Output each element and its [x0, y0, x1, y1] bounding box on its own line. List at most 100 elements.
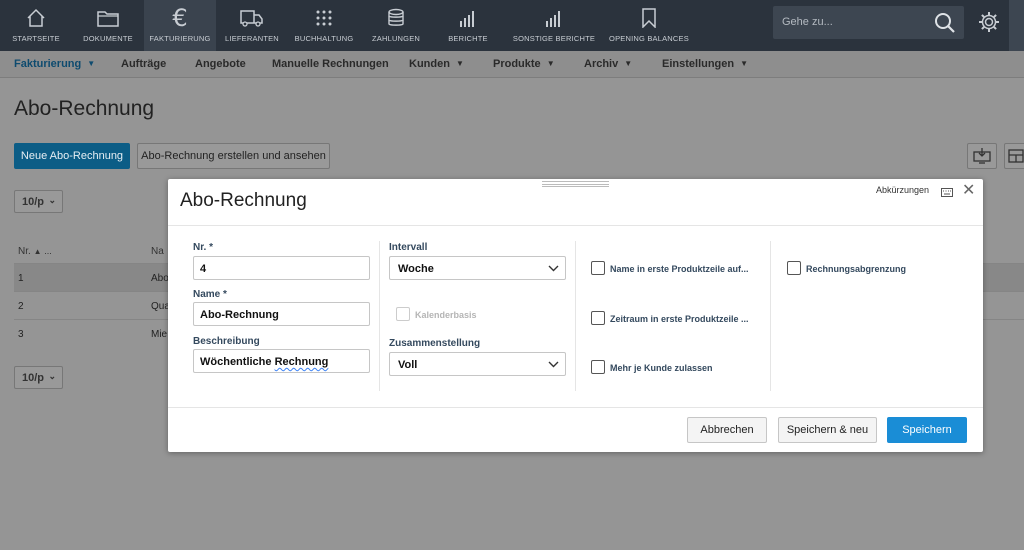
nav-item-label: SONSTIGE BERICHTE	[512, 34, 596, 43]
calendar-basis-checkbox[interactable]	[396, 307, 410, 321]
nav-item-buchhaltung[interactable]: BUCHHALTUNG	[288, 0, 360, 51]
subnav-kunden[interactable]: Kunden ▼	[409, 58, 464, 70]
composition-label: Zusammenstellung	[389, 338, 481, 349]
column-divider	[770, 241, 771, 391]
chevron-down-icon	[548, 265, 559, 272]
invoice-accrual-label: Rechnungsabgrenzung	[806, 264, 907, 274]
subnav-manuelle-rechnungen[interactable]: Manuelle Rechnungen	[272, 58, 389, 70]
nav-item-berichte[interactable]: BERICHTE	[432, 0, 504, 51]
name-label: Name *	[193, 289, 227, 300]
keyboard-icon[interactable]	[941, 186, 953, 200]
chevron-down-icon: ⌄	[48, 195, 56, 205]
help-tab[interactable]	[1009, 0, 1024, 51]
home-icon	[26, 8, 46, 28]
chevron-down-icon	[548, 361, 559, 368]
period-first-line-checkbox[interactable]	[591, 311, 605, 325]
nav-item-label: BUCHHALTUNG	[294, 34, 354, 43]
subnav-label: Produkte	[493, 58, 541, 70]
nav-item-sonstige-berichte[interactable]: SONSTIGE BERICHTE	[504, 0, 604, 51]
save-button[interactable]: Speichern	[887, 417, 967, 443]
composition-value: Voll	[398, 359, 418, 371]
name-field[interactable]: Abo-Rechnung	[193, 302, 370, 326]
period-first-line-label: Zeitraum in erste Produktzeile ...	[610, 314, 749, 324]
nav-item-label: BERICHTE	[448, 34, 488, 43]
new-subscription-button[interactable]: Neue Abo-Rechnung	[14, 143, 130, 169]
euro-icon: €	[172, 4, 188, 32]
calendar-basis-label: Kalenderbasis	[415, 310, 477, 320]
subnav-label: Kunden	[409, 58, 450, 70]
column-menu-icon[interactable]: ...	[44, 246, 52, 256]
caret-down-icon: ▼	[546, 59, 555, 68]
subnav-label: Einstellungen	[662, 58, 735, 70]
nav-item-dokumente[interactable]: DOKUMENTE	[72, 0, 144, 51]
interval-value: Woche	[398, 263, 434, 275]
subnav-label: Manuelle Rechnungen	[272, 58, 389, 70]
cell-name: Mie	[151, 329, 168, 340]
bookmark-icon	[642, 8, 656, 28]
gear-icon[interactable]	[978, 11, 1000, 36]
page-size-select-top[interactable]: 10/p ⌄	[14, 190, 63, 213]
folder-icon	[97, 8, 119, 28]
composition-select[interactable]: Voll	[389, 352, 566, 376]
column-divider	[379, 241, 380, 391]
close-icon[interactable]: ✕	[962, 183, 975, 199]
caret-down-icon: ▼	[624, 59, 633, 68]
nav-item-label: DOKUMENTE	[83, 34, 133, 43]
nav-item-label: OPENING BALANCES	[609, 34, 689, 43]
nav-item-label: ZAHLUNGEN	[371, 34, 421, 43]
nav-item-label: FAKTURIERUNG	[149, 34, 211, 43]
nr-field[interactable]: 4	[193, 256, 370, 280]
nav-item-fakturierung[interactable]: € FAKTURIERUNG	[144, 0, 216, 51]
interval-label: Intervall	[389, 242, 428, 253]
subnav-label: Archiv	[584, 58, 619, 70]
drag-handle[interactable]	[542, 181, 609, 187]
nav-item-label: STARTSEITE	[12, 34, 60, 43]
subnav-label: Fakturierung	[14, 58, 82, 70]
subnav-einstellungen[interactable]: Einstellungen ▼	[662, 58, 748, 70]
grid-dots-icon	[315, 8, 333, 28]
page-title: Abo-Rechnung	[14, 97, 155, 120]
cancel-button[interactable]: Abbrechen	[687, 417, 767, 443]
columns-button[interactable]	[1004, 143, 1024, 169]
page-size-select-bottom[interactable]: 10/p ⌄	[14, 366, 63, 389]
subnav-auftraege[interactable]: Aufträge	[121, 58, 166, 70]
nav-item-opening-balances[interactable]: OPENING BALANCES	[604, 0, 694, 51]
caret-down-icon: ▼	[87, 59, 96, 68]
column-header-nr[interactable]: Nr.	[18, 246, 31, 257]
multiple-per-customer-checkbox[interactable]	[591, 360, 605, 374]
save-and-new-button[interactable]: Speichern & neu	[778, 417, 877, 443]
nav-item-startseite[interactable]: STARTSEITE	[0, 0, 72, 51]
subnav-fakturierung[interactable]: Fakturierung ▼	[14, 58, 95, 70]
shortcuts-link[interactable]: Abkürzungen	[876, 185, 929, 195]
nav-item-label: LIEFERANTEN	[225, 34, 279, 43]
cell-nr: 2	[18, 301, 24, 312]
page-size-value: 10/p	[22, 372, 45, 384]
name-first-line-checkbox[interactable]	[591, 261, 605, 275]
sort-asc-icon: ▲	[33, 247, 42, 256]
description-label: Beschreibung	[193, 336, 260, 347]
coins-icon	[386, 8, 406, 28]
subscription-dialog: Abo-Rechnung Abkürzungen ✕ Nr. * 4 Name …	[168, 179, 983, 452]
nr-label: Nr. *	[193, 242, 214, 253]
dialog-title: Abo-Rechnung	[180, 190, 307, 211]
interval-select[interactable]: Woche	[389, 256, 566, 280]
subnav-produkte[interactable]: Produkte ▼	[493, 58, 555, 70]
nav-item-lieferanten[interactable]: LIEFERANTEN	[216, 0, 288, 51]
subnav-label: Aufträge	[121, 58, 167, 70]
create-and-view-button[interactable]: Abo-Rechnung erstellen und ansehen	[137, 143, 330, 169]
nav-item-zahlungen[interactable]: ZAHLUNGEN	[360, 0, 432, 51]
description-field[interactable]: Wöchentliche Rechnung	[193, 349, 370, 373]
invoice-accrual-checkbox[interactable]	[787, 261, 801, 275]
export-button[interactable]	[967, 143, 997, 169]
search-input[interactable]: Gehe zu...	[773, 6, 964, 39]
divider	[168, 407, 983, 408]
search-icon[interactable]	[934, 12, 956, 37]
page-size-value: 10/p	[22, 196, 45, 208]
subnav-angebote[interactable]: Angebote	[195, 58, 246, 70]
cell-nr: 1	[18, 273, 24, 284]
cell-nr: 3	[18, 329, 24, 340]
table-icon	[1008, 149, 1024, 163]
subnav-archiv[interactable]: Archiv ▼	[584, 58, 632, 70]
column-header-name[interactable]: Na	[151, 246, 164, 257]
caret-down-icon: ▼	[740, 59, 749, 68]
